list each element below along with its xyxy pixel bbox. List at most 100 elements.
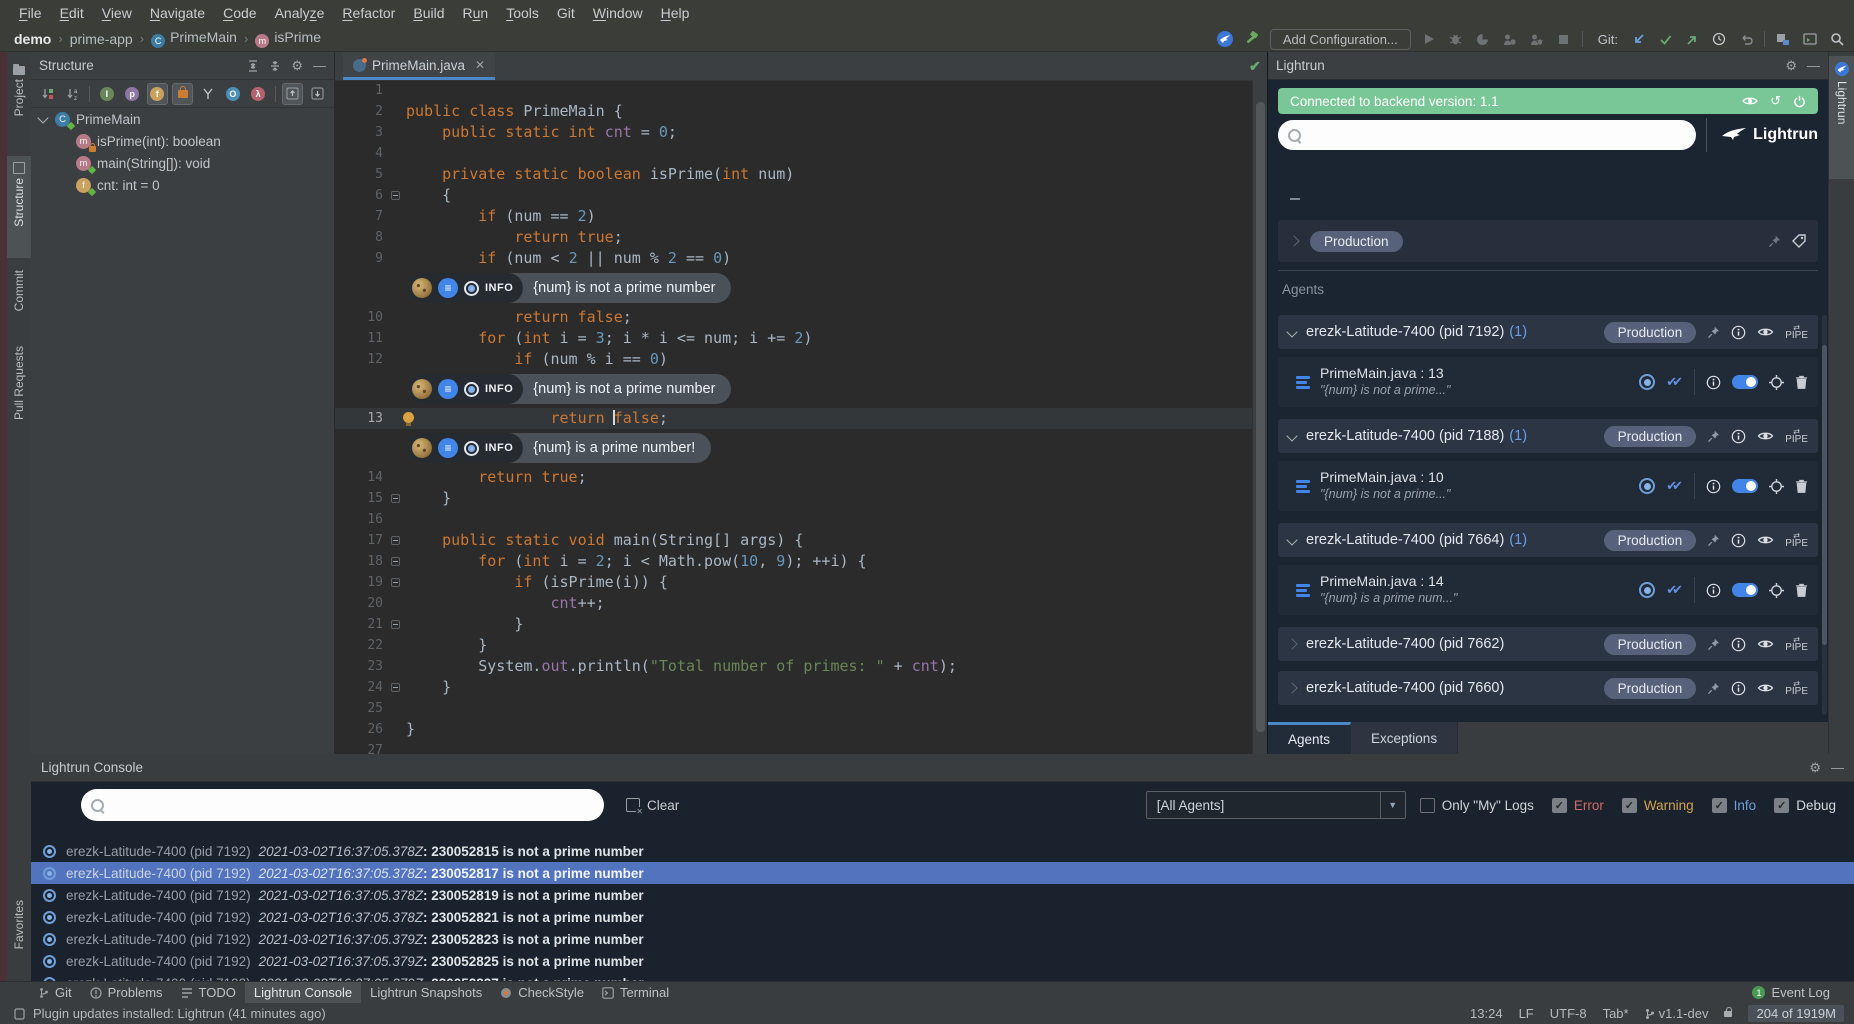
agents-scrollbar[interactable] — [1822, 315, 1827, 715]
update-project-icon[interactable] — [1629, 30, 1647, 48]
filter-info[interactable]: ✓ Info — [1711, 797, 1756, 813]
pin-icon[interactable] — [1707, 326, 1720, 339]
console-log-row[interactable]: erezk-Latitude-7400 (pid 7192) 2021-03-0… — [31, 928, 1854, 950]
log-action-row[interactable]: PrimeMain.java : 10 "{num} is not a prim… — [1278, 461, 1818, 511]
console-log-row[interactable]: erezk-Latitude-7400 (pid 7192) 2021-03-0… — [31, 840, 1854, 862]
code-line-26[interactable]: 26 } — [335, 719, 1252, 740]
info-icon[interactable] — [1731, 325, 1746, 340]
tool-window-checkstyle[interactable]: CheckStyle — [491, 982, 593, 1004]
console-search-box[interactable] — [81, 789, 604, 821]
collapse-all-icon[interactable] — [269, 60, 281, 72]
preview-window-icon[interactable] — [1801, 30, 1819, 48]
code-line-4[interactable]: 4 — [335, 143, 1252, 164]
checkbox[interactable]: ✓ — [1551, 797, 1567, 813]
tool-window-lightrun-console[interactable]: Lightrun Console — [244, 981, 362, 1004]
eye-icon[interactable] — [1757, 430, 1774, 442]
code-line-10[interactable]: 10 return false; — [335, 307, 1252, 328]
info-icon[interactable] — [1731, 429, 1746, 444]
add-configuration-button[interactable]: Add Configuration... — [1269, 28, 1411, 50]
chevron-right-icon[interactable] — [1286, 638, 1298, 650]
code-line-20[interactable]: 20 cnt++; — [335, 593, 1252, 614]
console-log-row[interactable]: erezk-Latitude-7400 (pid 7192) 2021-03-0… — [31, 862, 1854, 884]
console-log-row[interactable]: erezk-Latitude-7400 (pid 7192) 2021-03-0… — [31, 972, 1854, 981]
info-icon[interactable] — [1706, 583, 1721, 598]
sort-alphabetically-icon[interactable]: az — [62, 83, 83, 105]
code-line-12[interactable]: 12 if (num % i == 0) — [335, 349, 1252, 370]
menu-window[interactable]: Window — [584, 5, 652, 21]
fold-marker-icon[interactable] — [391, 557, 400, 566]
code-line-8[interactable]: 8 return true; — [335, 227, 1252, 248]
tool-strip-pull-requests[interactable]: Pull Requests — [7, 340, 31, 450]
hide-icon[interactable]: — — [1831, 760, 1844, 775]
code-line-27[interactable]: 27 — [335, 740, 1252, 754]
pin-icon[interactable] — [1707, 638, 1720, 651]
log-action-row[interactable]: PrimeMain.java : 14 "{num} is a prime nu… — [1278, 565, 1818, 615]
coverage-icon[interactable] — [1474, 30, 1492, 48]
code-line-21[interactable]: 21 } — [335, 614, 1252, 635]
code-area[interactable]: 1 2 public class PrimeMain { 3 public st… — [335, 80, 1252, 754]
chevron-right-icon[interactable] — [1286, 682, 1298, 694]
status-encoding[interactable]: UTF-8 — [1550, 1006, 1587, 1021]
breadcrumb-prime-app[interactable]: prime-app — [70, 31, 133, 47]
gear-icon[interactable]: ⚙ — [1809, 760, 1821, 776]
structure-node-PrimeMain[interactable]: C PrimeMain — [31, 108, 334, 130]
pin-icon[interactable] — [1768, 235, 1781, 248]
close-icon[interactable]: ✕ — [475, 58, 485, 72]
production-tag[interactable]: Production — [1310, 230, 1403, 252]
eye-icon[interactable] — [1742, 95, 1758, 107]
tool-window-todo[interactable]: TODO — [172, 982, 245, 1004]
pin-icon[interactable] — [1707, 534, 1720, 547]
inspections-ok-icon[interactable]: ✔ — [1249, 58, 1261, 75]
tag-icon[interactable] — [1792, 234, 1806, 248]
fold-marker-icon[interactable] — [391, 578, 400, 587]
agent-row[interactable]: erezk-Latitude-7400 (pid 7188) (1) Produ… — [1278, 419, 1818, 453]
code-line-3[interactable]: 3 public static int cnt = 0; — [335, 122, 1252, 143]
checkbox[interactable]: ✓ — [1621, 797, 1637, 813]
info-icon[interactable] — [1706, 479, 1721, 494]
menu-refactor[interactable]: Refactor — [333, 5, 404, 21]
code-line-6[interactable]: 6 { — [335, 185, 1252, 206]
agent-search-box[interactable] — [1278, 120, 1697, 150]
code-line-25[interactable]: 25 — [335, 698, 1252, 719]
filter-warning[interactable]: ✓ Warning — [1621, 797, 1694, 813]
history-clock-icon[interactable] — [1710, 30, 1728, 48]
tool-strip-project[interactable]: Project — [7, 60, 31, 152]
editor-scrollbar[interactable] — [1252, 80, 1268, 754]
code-line-15[interactable]: 15 } — [335, 488, 1252, 509]
menu-file[interactable]: File — [10, 5, 51, 21]
agent-row[interactable]: erezk-Latitude-7400 (pid 7662) Productio… — [1278, 627, 1818, 661]
console-search-input[interactable] — [110, 796, 594, 814]
stop-icon[interactable] — [1555, 30, 1573, 48]
tab-primemain-java[interactable]: PrimeMain.java ✕ — [343, 53, 496, 80]
info-icon[interactable] — [1731, 637, 1746, 652]
breakpoint-icon[interactable] — [1639, 374, 1656, 390]
tool-window-lightrun-snapshots[interactable]: Lightrun Snapshots — [361, 982, 491, 1004]
agents-filter-select[interactable]: [All Agents] ▼ — [1145, 791, 1406, 819]
power-icon[interactable] — [1793, 95, 1806, 108]
show-fields-icon[interactable]: f — [146, 82, 168, 105]
target-icon[interactable] — [1769, 374, 1784, 390]
chevron-down-icon[interactable] — [1286, 430, 1298, 442]
tool-strip-lightrun[interactable]: Lightrun — [1829, 56, 1854, 179]
checkbox[interactable]: ✓ — [1774, 797, 1790, 813]
fold-marker-icon[interactable] — [391, 494, 400, 503]
search-everywhere-icon[interactable] — [1828, 30, 1846, 48]
chevron-down-icon[interactable] — [37, 112, 49, 124]
fold-marker-icon[interactable] — [391, 620, 400, 629]
console-log-row[interactable]: erezk-Latitude-7400 (pid 7192) 2021-03-0… — [31, 950, 1854, 972]
chevron-right-icon[interactable] — [1288, 235, 1300, 247]
pin-icon[interactable] — [1707, 682, 1720, 695]
autoscroll-from-source-icon[interactable] — [307, 83, 328, 105]
inline-log-annotation[interactable]: ≡ INFO {num} is a prime number! — [335, 429, 1252, 467]
checkbox[interactable] — [1419, 797, 1435, 813]
menu-build[interactable]: Build — [404, 5, 453, 21]
code-line-22[interactable]: 22 } — [335, 635, 1252, 656]
play-icon[interactable] — [1420, 30, 1438, 48]
enabled-toggle[interactable] — [1732, 583, 1758, 597]
code-line-11[interactable]: 11 for (int i = 3; i * i <= num; i += 2) — [335, 328, 1252, 349]
show-inherited-icon[interactable]: I — [96, 83, 117, 105]
code-line-16[interactable]: 16 — [335, 509, 1252, 530]
tool-strip-structure[interactable]: Structure — [7, 156, 31, 258]
filter-only--my--logs[interactable]: Only "My" Logs — [1419, 797, 1534, 813]
code-line-2[interactable]: 2 public class PrimeMain { — [335, 101, 1252, 122]
